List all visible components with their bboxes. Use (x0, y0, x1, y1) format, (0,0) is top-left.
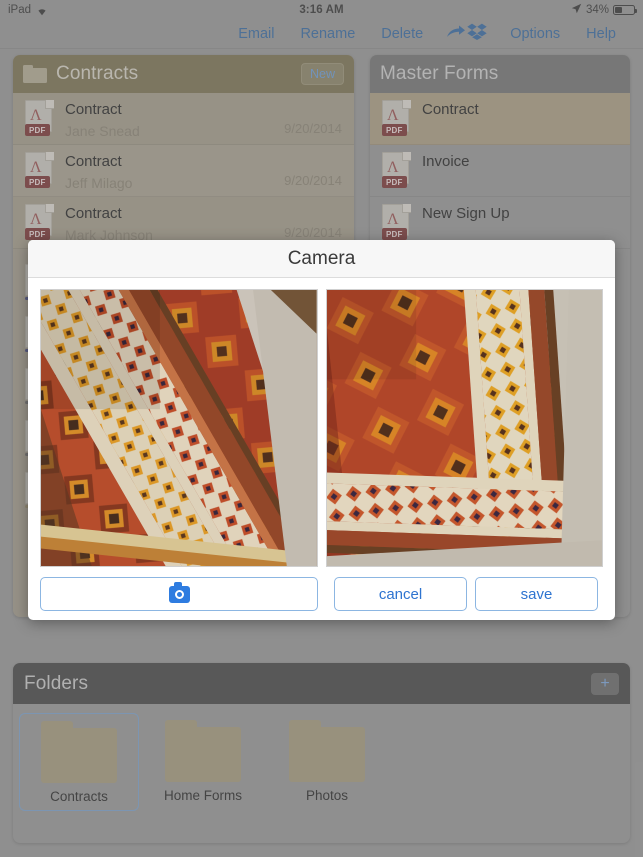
save-button[interactable]: save (475, 577, 598, 611)
camera-modal-header: Camera (28, 240, 615, 278)
ipad-screen: iPad 3:16 AM 34% Email Rename Delete Opt… (0, 0, 643, 857)
camera-modal-title: Camera (287, 247, 356, 269)
camera-modal: Camera cancel save (28, 240, 615, 620)
photo-preview-left[interactable] (40, 289, 318, 567)
capture-photo-button[interactable] (40, 577, 318, 611)
camera-modal-body (28, 278, 615, 568)
rug-photo-right (326, 290, 602, 566)
rug-photo-left (41, 290, 317, 566)
camera-icon (168, 582, 190, 603)
cancel-button[interactable]: cancel (334, 577, 467, 611)
photo-preview-right[interactable] (325, 289, 603, 567)
camera-modal-footer: cancel save (28, 568, 615, 620)
